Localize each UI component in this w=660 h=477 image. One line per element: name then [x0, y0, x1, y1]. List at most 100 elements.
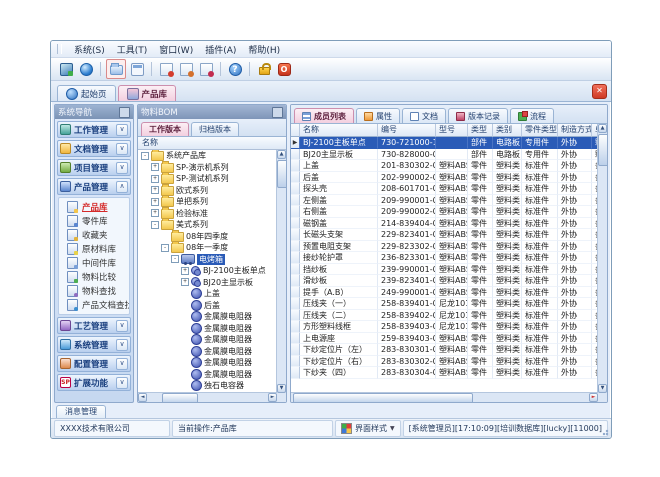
expand-toggle[interactable]: -: [171, 255, 179, 263]
tab-版本记录[interactable]: 版本记录: [448, 108, 508, 123]
column-header-制造方式[interactable]: 制造方式: [558, 124, 592, 137]
table-row[interactable]: 预置电阻支架229-823302-00E塑料ABS零件塑料类标准件外协条: [291, 241, 598, 253]
tree-node[interactable]: +BJ20主显示板: [138, 277, 277, 289]
message-manager-tab[interactable]: 消息管理: [56, 405, 106, 418]
sidebar-item-收藏夹[interactable]: 收藏夹: [59, 228, 129, 242]
sidebar-group-扩展功能[interactable]: 扩展功能∨: [57, 374, 131, 391]
table-row[interactable]: 压线夹（二）258-839402-00E尼龙1010零件塑料类标准件外协条: [291, 310, 598, 322]
tree-horizontal-scrollbar[interactable]: ◄ ►: [138, 392, 277, 402]
tab-成员列表[interactable]: 成员列表: [294, 108, 354, 123]
doc-close-button[interactable]: [157, 60, 175, 78]
panel-options-icon[interactable]: [272, 107, 283, 118]
window-list-button[interactable]: [128, 60, 146, 78]
exit-button[interactable]: [275, 60, 293, 78]
tree-node[interactable]: +单把系列: [138, 196, 277, 208]
tree-node[interactable]: 金属膜电阻器: [138, 369, 277, 381]
scroll-down-icon[interactable]: ▼: [277, 384, 286, 393]
table-row[interactable]: 左侧盖209-990001-01E塑料ABS零件塑料类标准件外协条: [291, 195, 598, 207]
chevron-up-icon[interactable]: ∧: [116, 181, 128, 193]
expand-toggle[interactable]: +: [151, 175, 159, 183]
scroll-right-icon[interactable]: ►: [589, 393, 598, 402]
chevron-down-icon[interactable]: ∨: [116, 162, 128, 174]
expand-toggle[interactable]: -: [161, 244, 169, 252]
pin-icon[interactable]: [119, 107, 130, 118]
table-row[interactable]: 探头壳208-601701-01E塑料ABS零件塑料类标准件外协条: [291, 183, 598, 195]
scroll-thumb[interactable]: [162, 393, 198, 403]
expand-toggle[interactable]: +: [151, 186, 159, 194]
table-row[interactable]: 右侧盖209-990002-01E塑料ABS零件塑料类标准件外协条: [291, 206, 598, 218]
tree-node[interactable]: 上盖: [138, 288, 277, 300]
table-row[interactable]: 下纱定位片（右）283-830302-00E塑料ABS零件塑料类标准件外协条: [291, 356, 598, 368]
column-header-类别[interactable]: 类别: [493, 124, 522, 137]
scroll-thumb[interactable]: [277, 160, 287, 188]
table-row[interactable]: 后盖202-990002-01E塑料ABS零件塑料类标准件外协条: [291, 172, 598, 184]
expand-toggle[interactable]: -: [151, 221, 159, 229]
scroll-right-icon[interactable]: ►: [268, 393, 277, 402]
table-row[interactable]: 磁钢盖214-839404-01E塑料ABS零件塑料类标准件外协条: [291, 218, 598, 230]
tab-产品库[interactable]: 产品库: [118, 85, 177, 101]
lock-button[interactable]: [255, 60, 273, 78]
tree-node[interactable]: -08年一季度: [138, 242, 277, 254]
tree-node[interactable]: +SP-演示机系列: [138, 162, 277, 174]
tree-node[interactable]: -系统产品库: [138, 150, 277, 162]
expand-toggle[interactable]: +: [151, 198, 159, 206]
help-button[interactable]: [226, 60, 244, 78]
sidebar-group-项目管理[interactable]: 项目管理∨: [57, 159, 131, 176]
chevron-down-icon[interactable]: ∨: [116, 320, 128, 332]
sidebar-item-零件库[interactable]: 零件库: [59, 214, 129, 228]
expand-toggle[interactable]: -: [141, 152, 149, 160]
tree-node[interactable]: 金属膜电阻器: [138, 323, 277, 335]
tree-node[interactable]: +检验标准: [138, 208, 277, 220]
tree-node[interactable]: 独石电容器: [138, 380, 277, 392]
tree-node[interactable]: -美式系列: [138, 219, 277, 231]
table-row[interactable]: BJ20主显示板730-828000-04E部件电路板专用件外协颗: [291, 149, 598, 161]
tab-工作版本[interactable]: 工作版本: [141, 122, 189, 136]
open-folder-button[interactable]: [106, 59, 126, 79]
menu-grip[interactable]: [57, 44, 62, 54]
doc-refresh-button[interactable]: [177, 60, 195, 78]
table-row[interactable]: 压线夹（一）258-839401-00E尼龙1010零件塑料类标准件外协条: [291, 298, 598, 310]
table-row[interactable]: 长磁头支架229-823401-00E塑料ABS零件塑料类标准件外协条: [291, 229, 598, 241]
tree-node[interactable]: 后盖: [138, 300, 277, 312]
table-vertical-scrollbar[interactable]: ▲ ▼: [597, 124, 607, 393]
doc-sync-button[interactable]: [197, 60, 215, 78]
chevron-down-icon[interactable]: ∨: [116, 339, 128, 351]
sidebar-item-物料比较[interactable]: 物料比较: [59, 270, 129, 284]
sidebar-group-工作管理[interactable]: 工作管理∨: [57, 121, 131, 138]
sidebar-item-原材料库[interactable]: 原材料库: [59, 242, 129, 256]
sidebar-group-配置管理[interactable]: 配置管理∨: [57, 355, 131, 372]
tree-node[interactable]: 08年四季度: [138, 231, 277, 243]
sidebar-group-工艺管理[interactable]: 工艺管理∨: [57, 317, 131, 334]
chevron-down-icon[interactable]: ∨: [116, 377, 128, 389]
menu-item[interactable]: 系统(S): [68, 42, 111, 57]
sidebar-item-产品库[interactable]: 产品库: [59, 200, 129, 214]
tab-归档版本[interactable]: 归档版本: [191, 122, 239, 136]
scroll-up-icon[interactable]: ▲: [277, 150, 286, 159]
table-row[interactable]: 滑纱板239-823401-00E塑料ABS零件塑料类标准件外协条: [291, 275, 598, 287]
menu-item[interactable]: 插件(A): [199, 42, 242, 57]
sidebar-group-系统管理[interactable]: 系统管理∨: [57, 336, 131, 353]
scroll-down-icon[interactable]: ▼: [598, 384, 607, 393]
menu-item[interactable]: 帮助(H): [242, 42, 286, 57]
tab-属性[interactable]: 属性: [356, 108, 400, 123]
tree-node[interactable]: +欧式系列: [138, 185, 277, 197]
scroll-thumb[interactable]: [598, 134, 608, 166]
menu-item[interactable]: 窗口(W): [153, 42, 199, 57]
tab-流程[interactable]: 流程: [510, 108, 554, 123]
tree-vertical-scrollbar[interactable]: ▲ ▼: [276, 150, 286, 393]
tree-node[interactable]: +SP-测试机系列: [138, 173, 277, 185]
sidebar-item-产品文档查找[interactable]: 产品文档查找: [59, 298, 129, 312]
table-row[interactable]: 接纱轮护罩236-823301-00E塑料ABS零件塑料类标准件外协条: [291, 252, 598, 264]
resize-grip[interactable]: [599, 426, 609, 436]
column-header-编号[interactable]: 编号: [378, 124, 436, 137]
screen-button[interactable]: [57, 60, 75, 78]
table-row[interactable]: 下纱夹（四）283-830304-00E塑料ABS零件塑料类标准件外协条: [291, 367, 598, 379]
close-tab-button[interactable]: ✕: [592, 84, 607, 99]
expand-toggle[interactable]: +: [151, 209, 159, 217]
expand-toggle[interactable]: +: [181, 267, 189, 275]
tab-起始页[interactable]: 起始页: [57, 85, 116, 101]
menu-item[interactable]: 工具(T): [111, 42, 154, 57]
expand-toggle[interactable]: +: [151, 163, 159, 171]
tree-node[interactable]: 金属膜电阻器: [138, 311, 277, 323]
tree-node[interactable]: 金属膜电阻器: [138, 334, 277, 346]
